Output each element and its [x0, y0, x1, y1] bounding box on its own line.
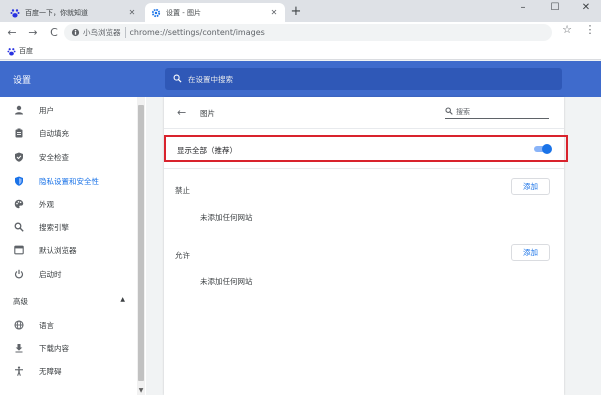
- sidebar-item-safety-check[interactable]: 安全检查: [0, 148, 136, 166]
- sidebar-item-label: 外观: [39, 199, 54, 209]
- tab-settings-images[interactable]: 设置 - 图片 ✕: [145, 3, 285, 22]
- scrollbar-thumb[interactable]: [138, 105, 144, 381]
- add-allowed-site-button[interactable]: 添加: [511, 244, 550, 261]
- reload-button[interactable]: C: [45, 24, 63, 42]
- url-text[interactable]: chrome://settings/content/images: [130, 28, 265, 37]
- back-arrow-icon[interactable]: ←: [177, 106, 186, 119]
- close-icon[interactable]: ✕: [127, 8, 137, 17]
- bookmark-baidu[interactable]: 百度: [19, 46, 33, 56]
- sidebar-advanced-toggle[interactable]: 高级 ▲: [13, 296, 125, 307]
- close-icon[interactable]: ✕: [269, 8, 279, 17]
- search-icon: [445, 107, 453, 117]
- sidebar-item-label: 语言: [39, 320, 54, 330]
- bookmarks-bar: 百度: [0, 43, 601, 60]
- sidebar-item-autofill[interactable]: 自动填充: [0, 124, 136, 142]
- sidebar-item-label: 安全检查: [39, 152, 69, 162]
- baidu-paw-icon: [6, 46, 16, 56]
- accessibility-icon: [13, 366, 24, 377]
- close-window-button[interactable]: ✕: [571, 0, 601, 18]
- tab-strip: 百度一下，你就知道 ✕ 设置 - 图片 ✕ + – ☐ ✕: [0, 0, 601, 22]
- forward-button[interactable]: →: [24, 24, 42, 42]
- site-name: 小鸟浏览器: [83, 27, 126, 38]
- scroll-down-arrow-icon[interactable]: ▼: [137, 387, 145, 394]
- sidebar-item-appearance[interactable]: 外观: [0, 195, 136, 213]
- divider: [164, 168, 564, 169]
- search-icon: [173, 74, 182, 85]
- site-info-icon[interactable]: [70, 28, 80, 38]
- sidebar-item-default-browser[interactable]: 默认浏览器: [0, 241, 136, 259]
- tab-baidu[interactable]: 百度一下，你就知道 ✕: [4, 3, 143, 22]
- sidebar-item-label: 自动填充: [39, 128, 69, 138]
- sidebar-scrollbar[interactable]: ▼: [137, 97, 145, 395]
- sidebar-item-label: 用户: [39, 105, 54, 115]
- images-settings-card: ← 图片 显示全部（推荐） 禁止 添加 未添加任何网站 允许 添加 未添加任何网…: [164, 97, 568, 395]
- allow-empty-text: 未添加任何网站: [200, 277, 253, 286]
- sidebar-item-label: 搜索引擎: [39, 222, 69, 232]
- sidebar: 用户 自动填充 安全检查 隐私设置和安全性 外观 搜索引擎 默认浏览器 启动时 …: [0, 97, 146, 395]
- sidebar-item-downloads[interactable]: 下载内容: [0, 339, 136, 357]
- toolbar: ← → C 小鸟浏览器 chrome://settings/content/im…: [0, 22, 601, 43]
- maximize-button[interactable]: ☐: [540, 0, 570, 18]
- sidebar-item-label: 隐私设置和安全性: [39, 176, 99, 186]
- sidebar-item-users[interactable]: 用户: [0, 101, 136, 119]
- shield-check-icon: [13, 152, 24, 163]
- divider: [164, 128, 564, 129]
- sidebar-item-on-startup[interactable]: 启动时: [0, 265, 136, 283]
- new-tab-button[interactable]: +: [288, 4, 304, 20]
- minimize-button[interactable]: –: [508, 0, 538, 18]
- palette-icon: [13, 199, 24, 210]
- sidebar-item-label: 启动时: [39, 269, 62, 279]
- globe-icon: [13, 320, 24, 331]
- show-all-row[interactable]: 显示全部（推荐）: [164, 135, 568, 162]
- settings-search[interactable]: [165, 68, 562, 90]
- sidebar-item-privacy[interactable]: 隐私设置和安全性: [0, 172, 136, 190]
- chevron-up-icon: ▲: [120, 296, 125, 303]
- person-icon: [13, 105, 24, 116]
- show-all-toggle[interactable]: [534, 144, 552, 154]
- back-button[interactable]: ←: [3, 24, 21, 42]
- bookmark-star-icon[interactable]: ☆: [560, 23, 574, 36]
- advanced-label: 高级: [13, 297, 28, 306]
- settings-title: 设置: [13, 76, 32, 86]
- power-icon: [13, 269, 24, 280]
- tab-title: 百度一下，你就知道: [25, 8, 88, 17]
- browser-menu-icon[interactable]: ⋮: [584, 23, 596, 36]
- baidu-paw-icon: [10, 8, 20, 18]
- add-blocked-site-button[interactable]: 添加: [511, 178, 550, 195]
- show-all-label: 显示全部（推荐）: [177, 146, 237, 155]
- tab-title: 设置 - 图片: [166, 8, 201, 17]
- clipboard-icon: [13, 128, 24, 139]
- search-icon: [13, 222, 24, 233]
- address-bar[interactable]: 小鸟浏览器 chrome://settings/content/images: [64, 24, 552, 41]
- allow-section-label: 允许: [175, 251, 190, 260]
- sidebar-item-search-engine[interactable]: 搜索引擎: [0, 218, 136, 236]
- download-icon: [13, 343, 24, 354]
- sidebar-item-label: 默认浏览器: [39, 245, 77, 255]
- gear-icon: [151, 8, 161, 18]
- sidebar-item-languages[interactable]: 语言: [0, 316, 136, 334]
- block-empty-text: 未添加任何网站: [200, 213, 253, 222]
- settings-header: 设置: [0, 61, 601, 97]
- sidebar-item-accessibility[interactable]: 无障碍: [0, 362, 136, 380]
- page-search[interactable]: [445, 106, 549, 119]
- toggle-knob: [542, 144, 552, 154]
- block-section-label: 禁止: [175, 186, 190, 195]
- page-title: 图片: [200, 109, 215, 118]
- shield-icon: [13, 176, 24, 187]
- sidebar-item-label: 下载内容: [39, 343, 69, 353]
- settings-search-input[interactable]: [188, 74, 528, 84]
- sidebar-item-label: 无障碍: [39, 366, 62, 376]
- page-search-input[interactable]: [456, 108, 542, 116]
- browser-icon: [13, 245, 24, 256]
